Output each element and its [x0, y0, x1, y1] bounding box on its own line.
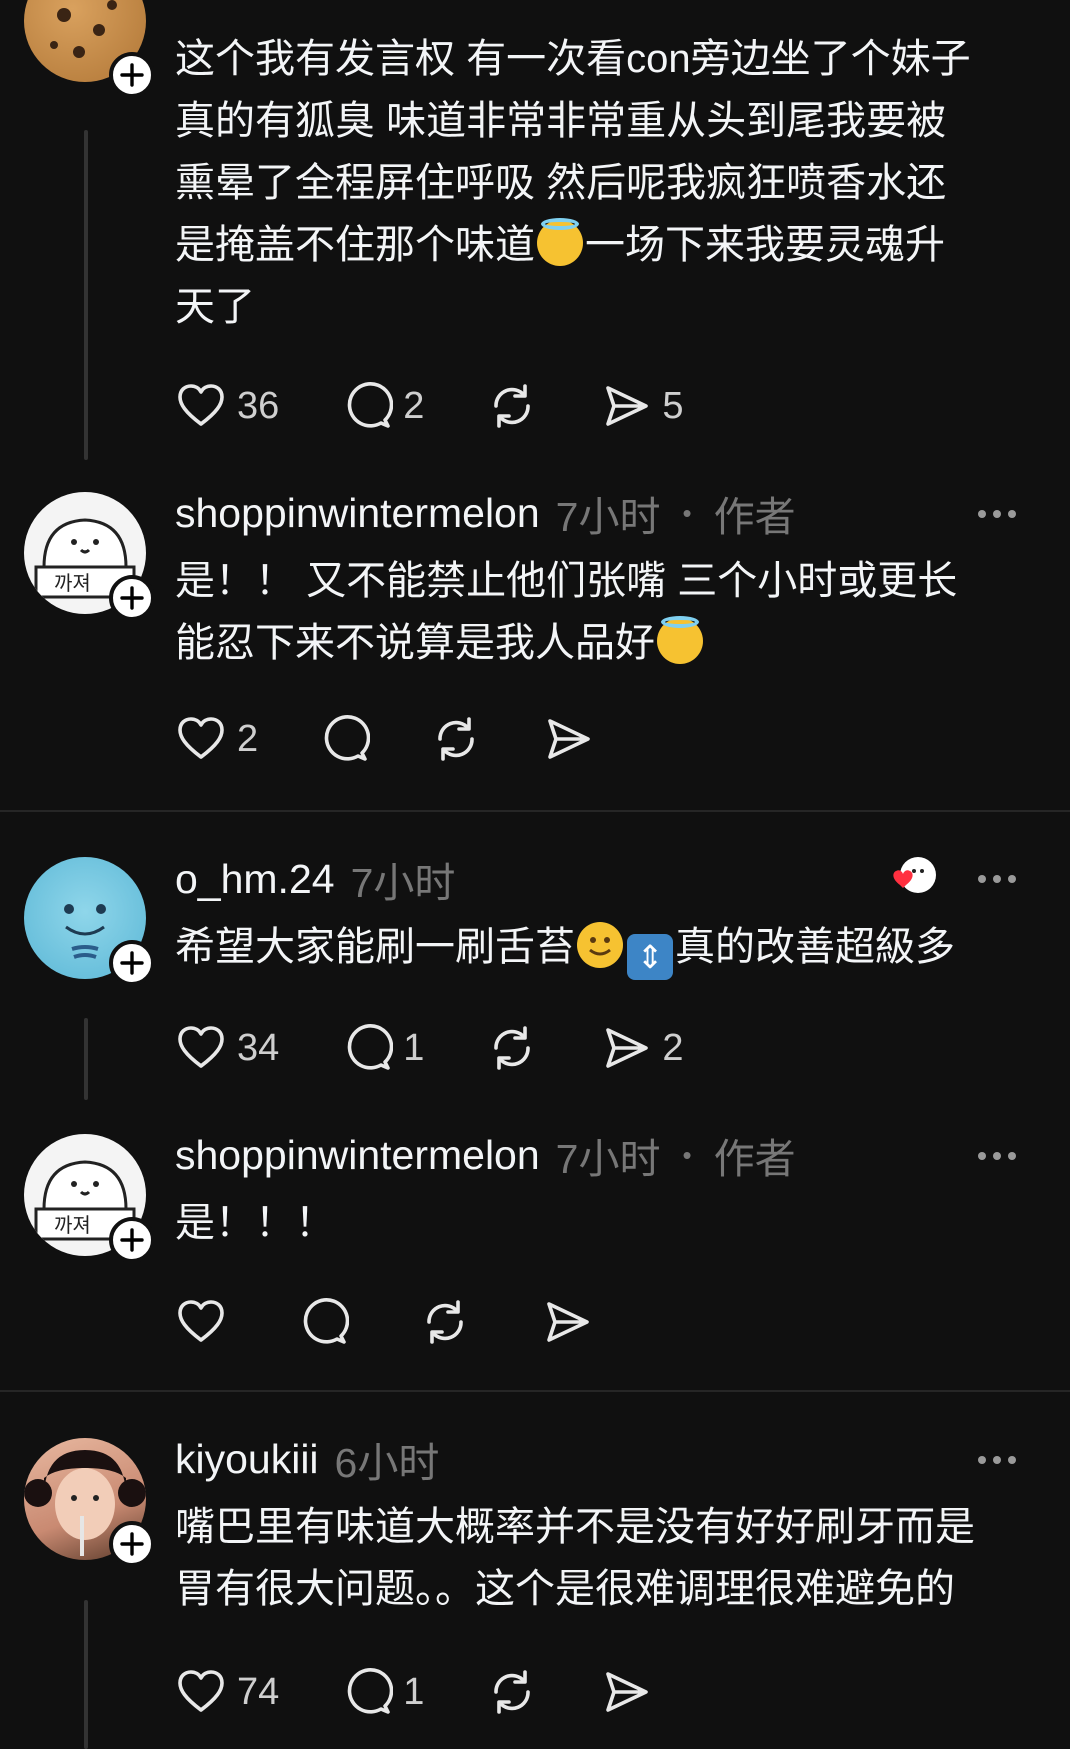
speech-bubble-icon [324, 715, 371, 761]
svg-text:까져: 까져 [54, 571, 91, 595]
action-bar: 34 1 2 [175, 1022, 684, 1074]
separator-dot: • [682, 497, 692, 528]
send-icon [606, 1672, 649, 1712]
send-icon [606, 1028, 649, 1068]
like-button[interactable]: 34 [175, 1022, 279, 1074]
timestamp: 6小时 [334, 1440, 440, 1486]
liked-by-author-badge [890, 855, 938, 903]
reply-count: 1 [403, 1026, 425, 1069]
like-count: 36 [237, 384, 280, 427]
follow-plus-icon[interactable] [109, 1521, 155, 1567]
follow-plus-icon[interactable] [109, 1217, 155, 1263]
like-button[interactable]: 74 [175, 1666, 279, 1718]
repost-button[interactable] [419, 1296, 471, 1348]
thread-line [84, 130, 88, 460]
follow-plus-icon[interactable] [109, 940, 155, 986]
action-bar [175, 1296, 593, 1348]
repost-icon [494, 384, 531, 428]
reply-button[interactable]: 1 [341, 1666, 424, 1718]
repost-icon [494, 1670, 531, 1714]
more-options-icon[interactable] [978, 869, 1024, 889]
share-button[interactable] [600, 1666, 652, 1718]
like-count: 74 [237, 1670, 280, 1713]
repost-button[interactable] [430, 713, 482, 765]
more-options-icon[interactable] [978, 1450, 1024, 1470]
author-badge: 作者 [713, 494, 796, 540]
reply-button[interactable]: 2 [341, 380, 424, 432]
reply-button[interactable] [318, 713, 371, 765]
smiling-face-with-halo-icon [657, 616, 703, 664]
post-header: shoppinwintermelon 7小时 • 作者 [175, 1130, 796, 1183]
heart-icon [178, 1026, 224, 1068]
reply-button[interactable] [297, 1296, 349, 1348]
share-button[interactable] [541, 1296, 593, 1348]
speech-bubble-icon [347, 382, 394, 428]
reply-button[interactable]: 1 [341, 1022, 424, 1074]
follow-plus-icon[interactable] [109, 52, 155, 98]
action-bar: 36 2 5 [175, 380, 684, 432]
like-button[interactable] [175, 1296, 227, 1348]
share-button[interactable]: 2 [600, 1022, 684, 1074]
reply-count: 2 [403, 384, 425, 427]
username[interactable]: shoppinwintermelon [175, 1132, 540, 1179]
speech-bubble-icon [347, 1024, 394, 1070]
send-icon [548, 719, 590, 759]
post-header: kiyoukiii 6小时 [175, 1434, 439, 1487]
like-count: 2 [237, 717, 259, 760]
share-count: 2 [662, 1026, 684, 1069]
like-button[interactable]: 2 [175, 713, 258, 765]
username[interactable]: o_hm.24 [175, 856, 335, 903]
repost-icon [494, 1026, 531, 1070]
post-header: o_hm.24 7小时 [175, 854, 455, 907]
separator-dot: • [682, 1139, 692, 1170]
heart-icon [178, 1300, 224, 1342]
thread-line [84, 1600, 88, 1749]
svg-text:까져: 까져 [54, 1213, 91, 1237]
post-header: shoppinwintermelon 7小时 • 作者 [175, 488, 796, 541]
repost-button[interactable] [486, 1666, 538, 1718]
share-count: 5 [662, 384, 684, 427]
divider [0, 810, 1070, 812]
action-bar: 2 [175, 713, 594, 765]
send-icon [547, 1302, 589, 1342]
repost-icon [438, 717, 474, 761]
author-badge: 作者 [713, 1136, 796, 1182]
divider [0, 1390, 1070, 1392]
like-button[interactable]: 36 [175, 380, 279, 432]
up-down-arrow-icon: ⇕ [627, 934, 673, 980]
post-text: 是！！ 又不能禁止他们张嘴 三个小时或更长 能忍下来不说算是我人品好 [175, 559, 958, 665]
share-button[interactable]: 5 [600, 380, 684, 432]
thread-line [84, 1018, 88, 1100]
like-count: 34 [237, 1026, 280, 1069]
repost-button[interactable] [486, 380, 538, 432]
post-text: 希望大家能刷一刷舌苔 ⇕ 真的改善超級多 [175, 916, 1045, 980]
heart-icon [178, 1670, 224, 1712]
heart-icon [178, 384, 224, 426]
speech-bubble-icon [303, 1298, 349, 1344]
post-text: 是！！！ [175, 1201, 335, 1245]
username[interactable]: kiyoukiii [175, 1436, 319, 1483]
send-icon [606, 386, 649, 426]
timestamp: 7小时 [555, 494, 661, 540]
repost-button[interactable] [486, 1022, 538, 1074]
post-text: 嘴巴里有味道大概率并不是没有好好刷牙而是 胃有很大问题。。这个是很难调理很难避免… [175, 1505, 975, 1611]
timestamp: 7小时 [350, 860, 456, 906]
share-button[interactable] [542, 713, 594, 765]
username[interactable]: shoppinwintermelon [175, 490, 540, 537]
follow-plus-icon[interactable] [109, 575, 155, 621]
action-bar: 74 1 [175, 1666, 652, 1718]
repost-icon [427, 1300, 463, 1344]
reply-count: 1 [403, 1670, 425, 1713]
slightly-smiling-face-icon [577, 922, 623, 968]
post-text: 这个我有发言权 有一次看con旁边坐了个妹子 真的有狐臭 味道非常非常重从头到尾… [175, 37, 971, 329]
smiling-face-with-halo-icon [537, 218, 583, 266]
heart-icon [178, 717, 224, 759]
timestamp: 7小时 [555, 1136, 661, 1182]
more-options-icon[interactable] [978, 504, 1024, 524]
more-options-icon[interactable] [978, 1146, 1024, 1166]
speech-bubble-icon [347, 1668, 394, 1714]
